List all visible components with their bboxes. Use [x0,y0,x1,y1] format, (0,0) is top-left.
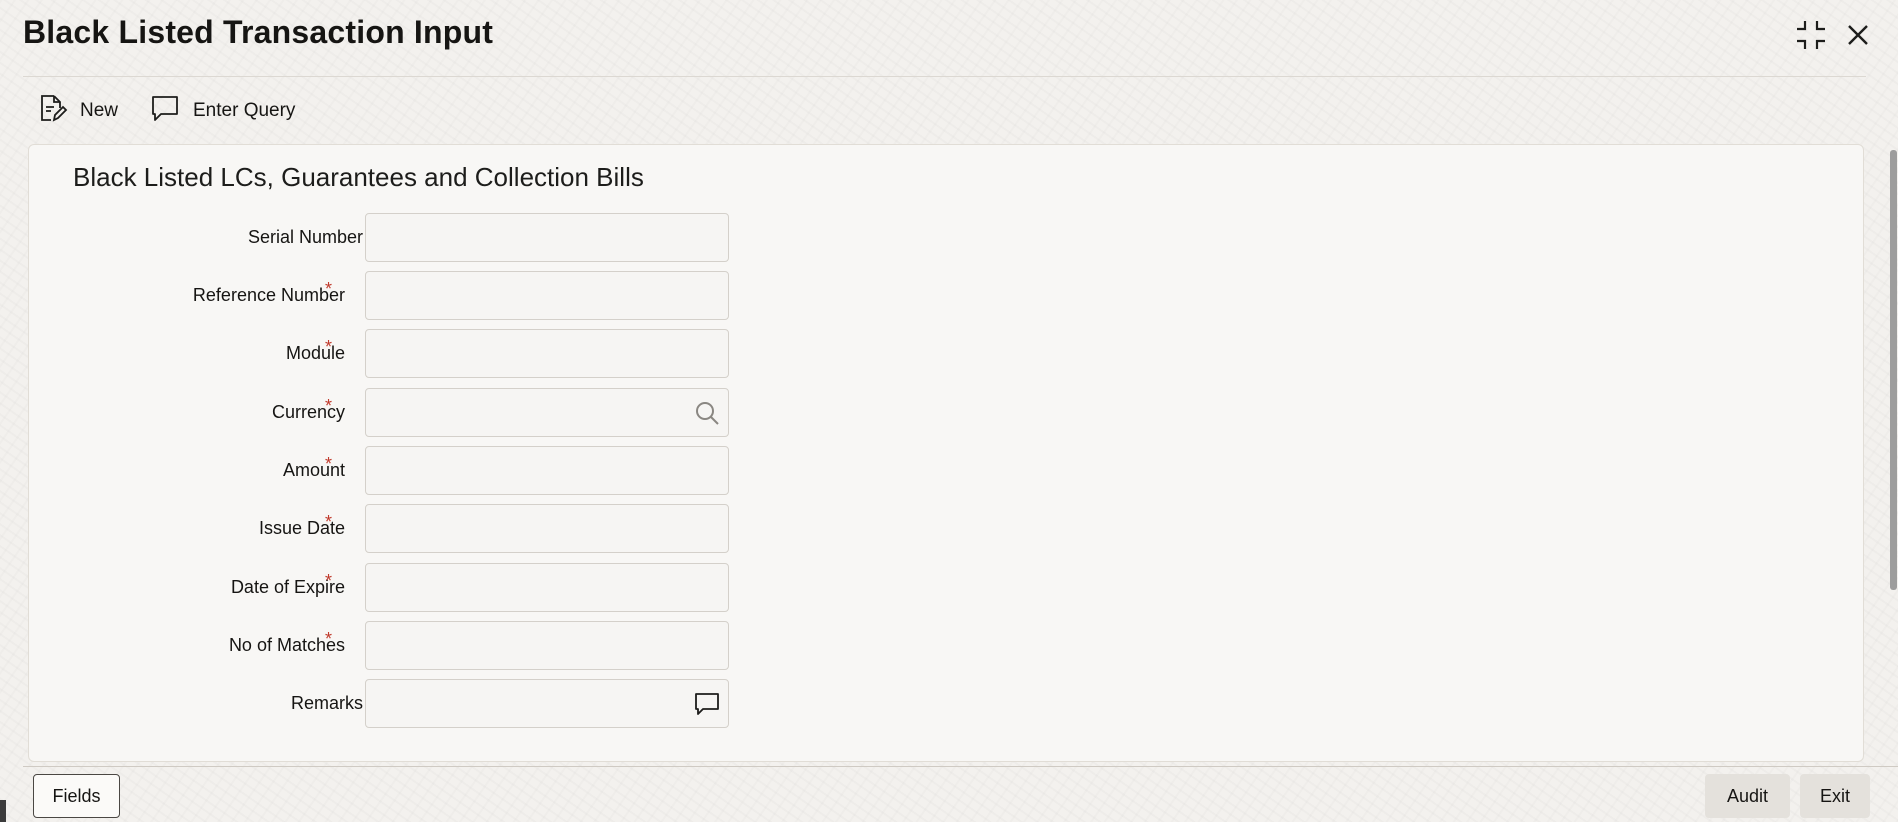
scrollbar-thumb[interactable] [1890,150,1897,590]
required-marker: * [325,279,333,299]
form-panel: Black Listed LCs, Guarantees and Collect… [28,144,1864,762]
enter-query-label: Enter Query [193,100,296,121]
currency-row: Currency * [29,388,789,440]
reference-number-row: Reference Number * [29,271,789,323]
audit-button[interactable]: Audit [1705,774,1790,818]
required-marker: * [325,512,333,532]
date-of-expire-input[interactable] [365,563,729,612]
issue-date-label: Issue Date [258,518,345,538]
amount-row: Amount * [29,446,789,498]
section-title: Black Listed LCs, Guarantees and Collect… [73,162,644,192]
required-marker: * [325,454,333,474]
comment-icon [149,92,181,130]
new-button-label: New [80,100,119,121]
enter-query-button[interactable]: Enter Query [149,93,295,129]
serial-number-label: Serial Number [247,227,363,247]
currency-label: Currency [271,402,345,422]
header-divider [23,76,1866,77]
serial-number-input[interactable] [365,213,729,262]
issue-date-row: Issue Date * [29,504,789,556]
window-edge [0,800,6,822]
remarks-row: Remarks [29,679,789,731]
window-title: Black Listed Transaction Input [23,14,494,50]
exit-button[interactable]: Exit [1800,774,1870,818]
no-of-matches-input[interactable] [365,621,729,670]
reference-number-label: Reference Number [192,285,345,305]
required-marker: * [325,629,333,649]
no-of-matches-row: No of Matches * [29,621,789,673]
required-marker: * [325,396,333,416]
issue-date-input[interactable] [365,504,729,553]
remarks-label: Remarks [290,693,363,713]
fields-button[interactable]: Fields [33,774,120,818]
date-of-expire-row: Date of Expire * [29,563,789,615]
module-input[interactable] [365,329,729,378]
search-icon[interactable] [693,399,721,427]
serial-number-row: Serial Number [29,213,789,265]
module-label: Module [285,343,345,363]
required-marker: * [325,571,333,591]
module-row: Module * [29,329,789,381]
required-marker: * [325,337,333,357]
currency-input[interactable] [365,388,729,437]
remarks-input[interactable] [365,679,729,728]
footer-divider [23,766,1898,767]
amount-input[interactable] [365,446,729,495]
new-button[interactable]: New [36,93,118,129]
reference-number-input[interactable] [365,271,729,320]
close-icon[interactable] [1841,18,1875,52]
new-document-icon [36,92,68,130]
minimize-icon[interactable] [1794,18,1828,52]
comment-icon[interactable] [693,690,721,718]
amount-label: Amount [282,460,345,480]
